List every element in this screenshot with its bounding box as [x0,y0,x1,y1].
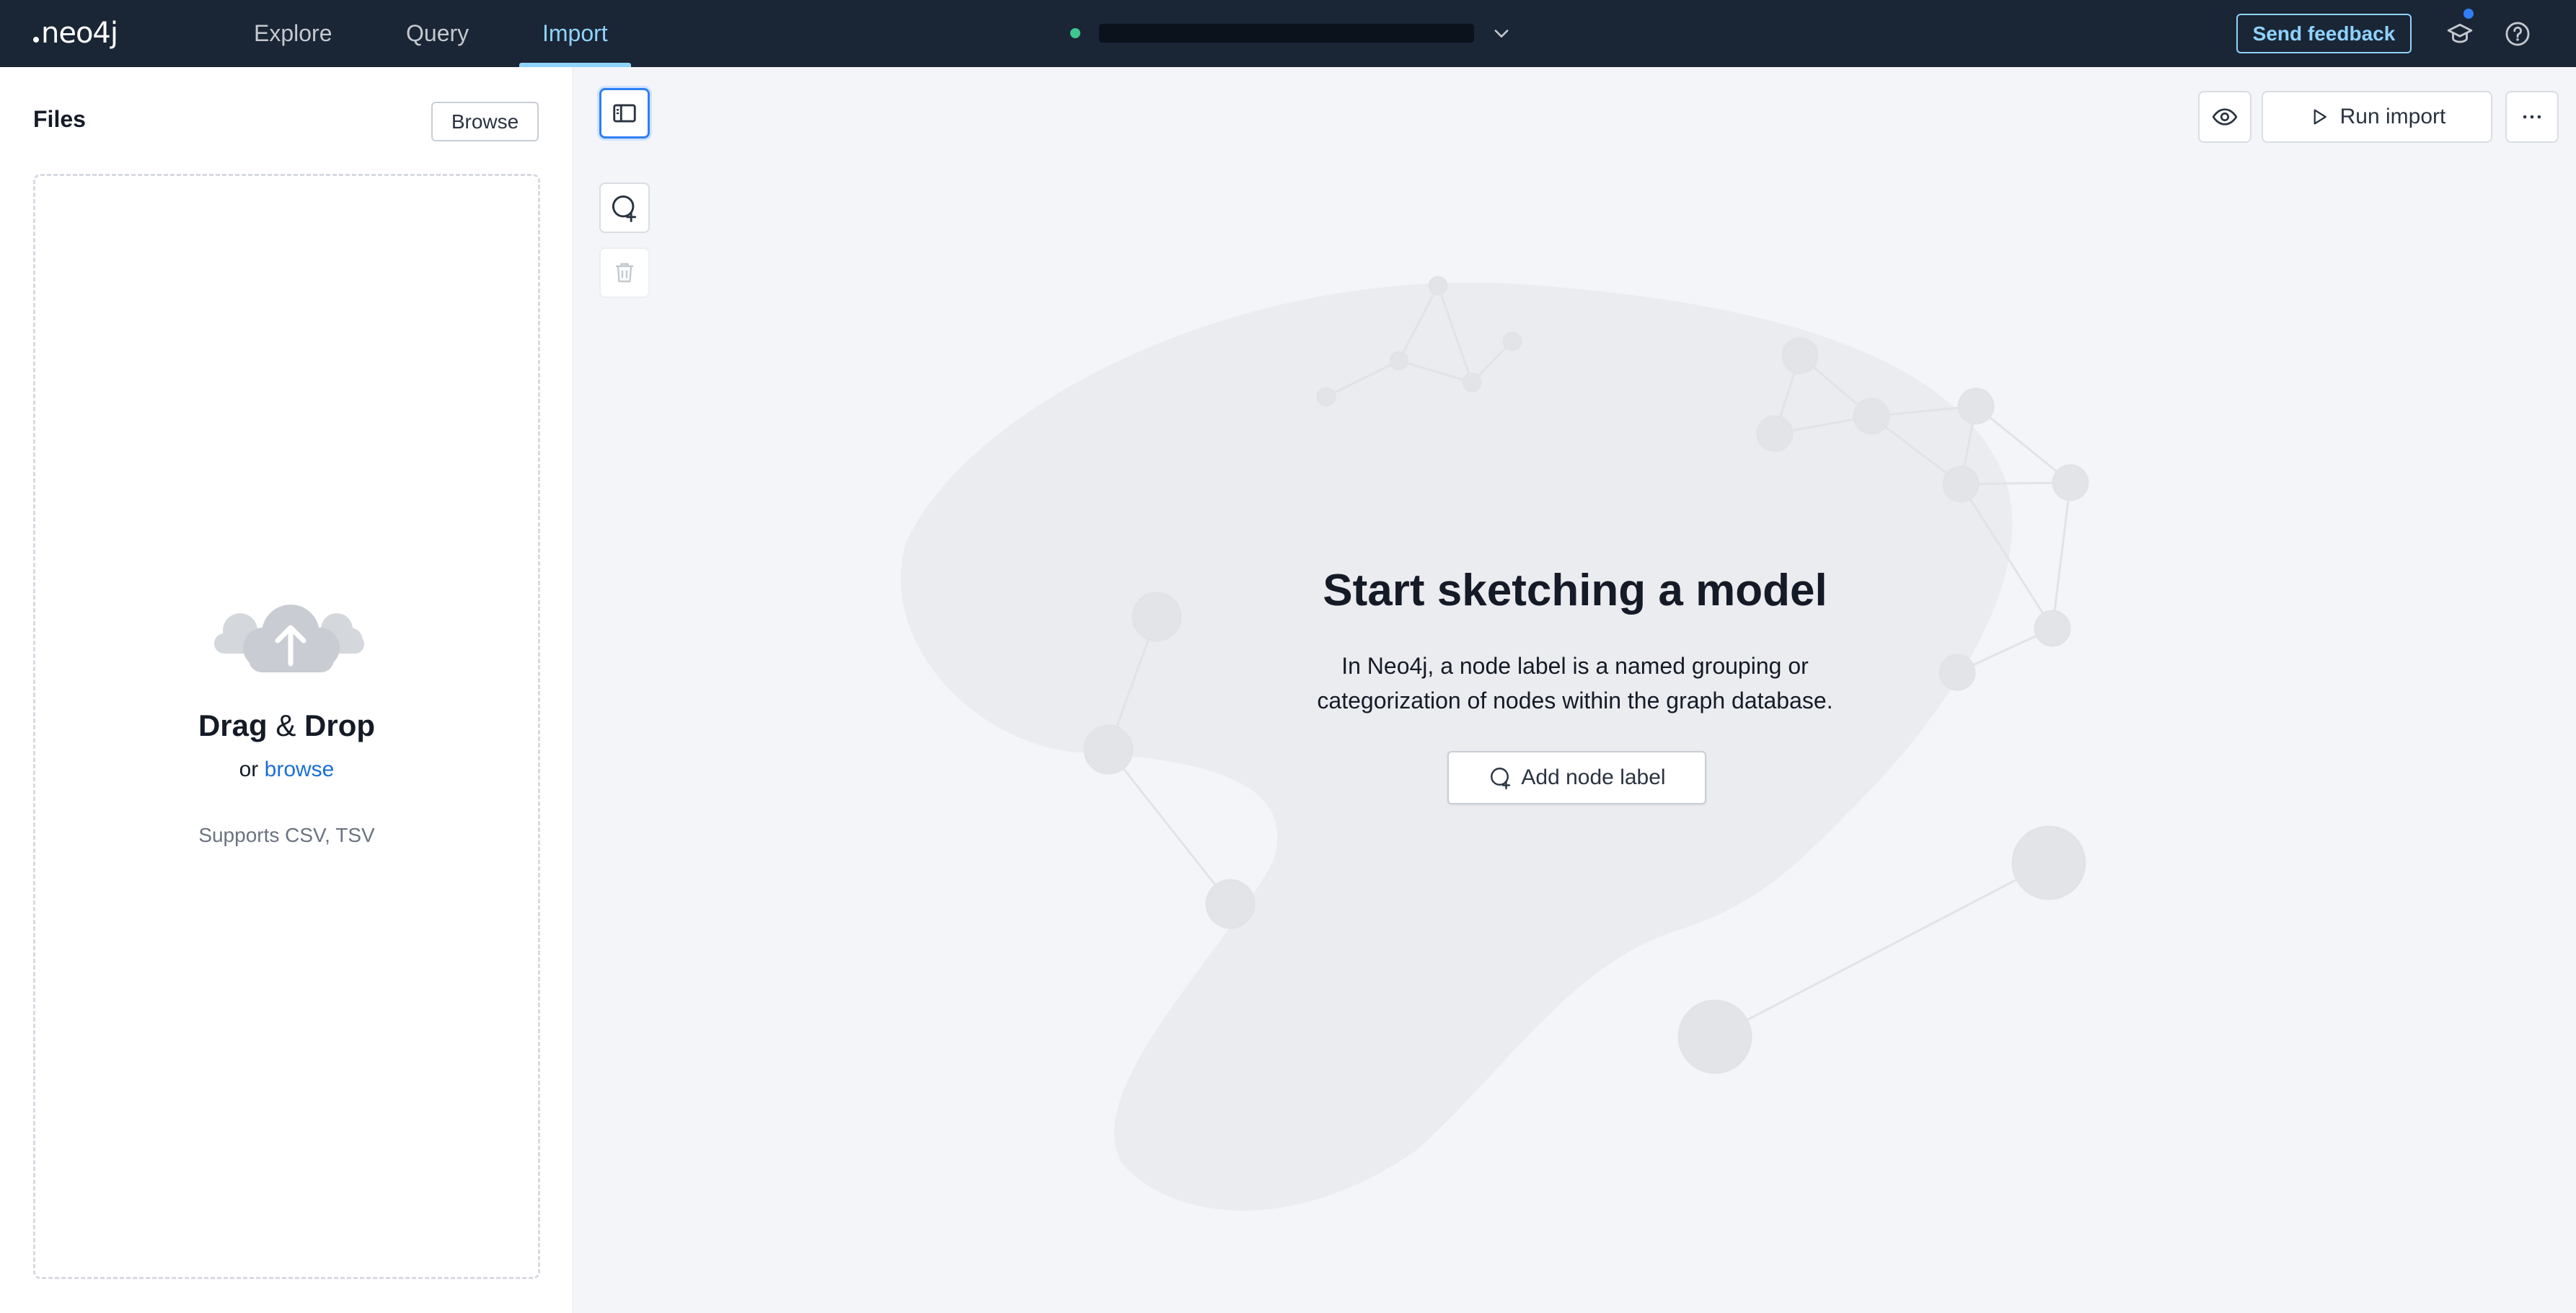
dropzone-browse-line: or browse [239,758,335,781]
chevron-down-icon [1494,30,1509,38]
top-navigation-bar: neo4j Explore Query Import Send feedback [0,0,2576,67]
preview-button[interactable] [2198,91,2251,143]
empty-state-title: Start sketching a model [1323,566,1827,615]
send-feedback-button[interactable]: Send feedback [2236,14,2412,53]
browse-link[interactable]: browse [265,758,335,781]
run-import-label: Run import [2339,105,2446,128]
eye-icon [2212,108,2238,126]
add-node-icon [612,195,637,222]
more-horizontal-icon [2523,115,2541,119]
neo4j-logo[interactable]: neo4j [33,16,118,50]
help-icon[interactable] [2502,19,2533,49]
play-icon [2313,109,2326,125]
toggle-sidebar-button[interactable] [599,88,650,139]
add-node-tool-button[interactable] [599,183,650,233]
files-panel: Files Browse Drag & Drop or browse Suppo… [0,67,573,1313]
add-node-label-button[interactable]: Add node label [1447,751,1706,804]
connection-name-redacted [1099,24,1474,43]
empty-state-description: In Neo4j, a node label is a named groupi… [1317,653,1833,713]
delete-button[interactable] [599,247,650,298]
learn-icon[interactable] [2445,9,2475,49]
tab-query[interactable]: Query [406,0,469,67]
run-import-button[interactable]: Run import [2262,91,2492,143]
toggle-sidebar-icon [613,104,636,123]
connection-status-dot [1070,28,1080,38]
model-canvas[interactable]: Run import Start sketching a model In Ne… [574,67,2576,1313]
connection-selector[interactable] [1070,19,1512,48]
add-node-icon [1491,768,1511,790]
delete-icon [616,263,633,283]
tab-import[interactable]: Import [519,0,631,67]
supported-formats-text: Supports CSV, TSV [198,824,375,846]
files-panel-title: Files [33,106,86,132]
add-node-label-text: Add node label [1521,765,1666,789]
tab-explore[interactable]: Explore [254,0,332,67]
file-dropzone[interactable]: Drag & Drop or browse Supports CSV, TSV [33,174,540,1279]
notification-dot [2463,9,2474,19]
browse-button[interactable]: Browse [431,102,539,141]
more-options-button[interactable] [2505,91,2559,143]
dropzone-title: Drag & Drop [198,708,376,742]
cloud-upload-icon [214,605,364,672]
